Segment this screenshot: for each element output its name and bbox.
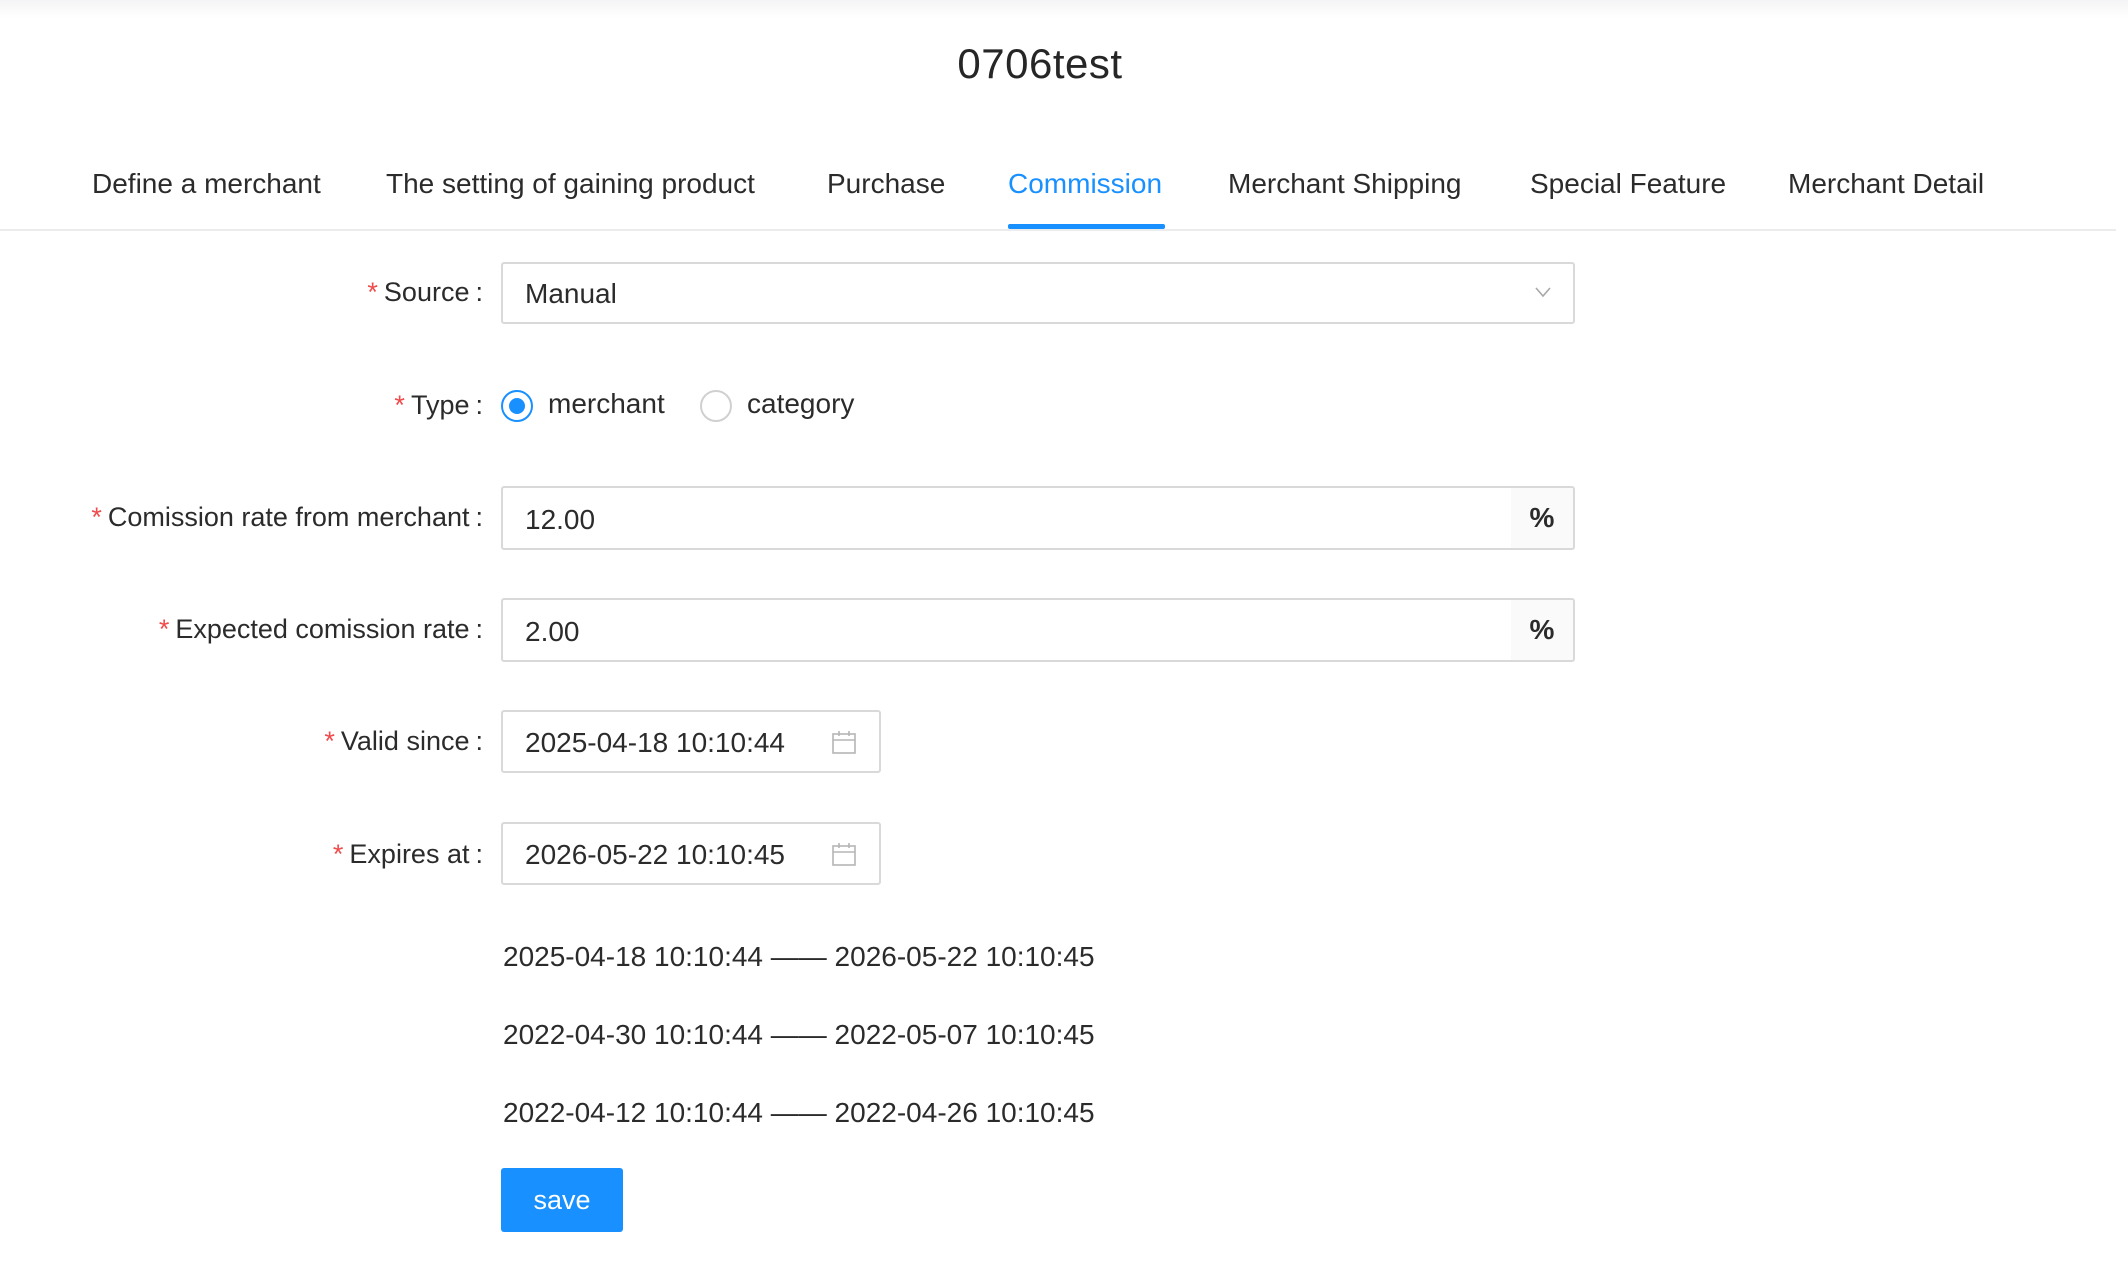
label-colon: :	[475, 614, 483, 644]
tab-special-feature[interactable]: Special Feature	[1530, 168, 1726, 200]
label-colon: :	[475, 726, 483, 756]
top-bar	[0, 0, 2128, 18]
expected-rate-label: * Expected comission rate:	[159, 614, 483, 645]
save-button[interactable]: save	[501, 1168, 623, 1232]
tab-merchant-shipping[interactable]: Merchant Shipping	[1228, 168, 1461, 200]
valid-since-value: 2025-04-18 10:10:44	[525, 727, 785, 758]
source-label: * Source:	[367, 277, 483, 308]
validity-range-item: 2025-04-18 10:10:44 —— 2026-05-22 10:10:…	[503, 941, 1095, 972]
calendar-icon[interactable]	[831, 730, 857, 756]
valid-since-picker[interactable]: 2025-04-18 10:10:44	[501, 710, 881, 773]
type-label-text: Type	[410, 390, 470, 420]
label-colon: :	[475, 277, 483, 307]
tab-gaining-product[interactable]: The setting of gaining product	[386, 168, 755, 200]
expected-rate-label-text: Expected comission rate	[175, 614, 470, 644]
radio-merchant-circle[interactable]	[501, 390, 533, 422]
percent-addon: %	[1511, 598, 1575, 662]
radio-category-label: category	[747, 388, 855, 419]
expires-at-label: * Expires at:	[333, 839, 483, 870]
merchant-rate-label: * Comission rate from merchant:	[91, 502, 483, 533]
source-select-value: Manual	[525, 278, 617, 309]
type-label: * Type:	[394, 390, 483, 421]
expires-at-label-text: Expires at	[349, 839, 470, 869]
required-mark: *	[367, 277, 378, 307]
required-mark: *	[394, 390, 405, 420]
tab-commission[interactable]: Commission	[1008, 168, 1162, 200]
merchant-rate-label-text: Comission rate from merchant	[107, 502, 470, 532]
required-mark: *	[158, 614, 170, 644]
expected-rate-value: 2.00	[525, 616, 580, 647]
commission-page: 0706test Define a merchant The setting o…	[0, 0, 2128, 1280]
required-mark: *	[324, 726, 335, 756]
label-colon: :	[475, 839, 483, 869]
source-select[interactable]: Manual	[501, 262, 1575, 324]
tab-bar: Define a merchant The setting of gaining…	[0, 150, 2116, 231]
radio-merchant-label: merchant	[548, 388, 665, 419]
page-title: 0706test	[957, 40, 1123, 87]
source-label-text: Source	[383, 277, 470, 307]
expected-rate-group: 2.00 %	[501, 598, 1575, 662]
merchant-rate-group: 12.00 %	[501, 486, 1575, 550]
label-colon: :	[475, 502, 483, 532]
calendar-icon[interactable]	[831, 842, 857, 868]
validity-range-item: 2022-04-30 10:10:44 —— 2022-05-07 10:10:…	[503, 1019, 1095, 1050]
merchant-rate-value: 12.00	[525, 504, 596, 535]
merchant-rate-input[interactable]: 12.00	[501, 486, 1513, 550]
expected-rate-input[interactable]: 2.00	[501, 598, 1513, 662]
radio-category-circle[interactable]	[700, 390, 732, 422]
valid-since-label: * Valid since:	[324, 726, 483, 757]
expires-at-value: 2026-05-22 10:10:45	[525, 839, 785, 870]
validity-range-item: 2022-04-12 10:10:44 —— 2022-04-26 10:10:…	[503, 1097, 1095, 1128]
tab-define-merchant[interactable]: Define a merchant	[92, 168, 321, 200]
tab-merchant-detail[interactable]: Merchant Detail	[1788, 168, 1984, 200]
tab-purchase[interactable]: Purchase	[827, 168, 945, 200]
chevron-down-icon	[1535, 287, 1551, 298]
required-mark: *	[91, 502, 102, 532]
expires-at-picker[interactable]: 2026-05-22 10:10:45	[501, 822, 881, 885]
label-colon: :	[475, 390, 483, 420]
required-mark: *	[332, 839, 344, 869]
valid-since-label-text: Valid since	[340, 726, 470, 756]
percent-addon: %	[1511, 486, 1575, 550]
active-tab-indicator	[1008, 224, 1165, 229]
